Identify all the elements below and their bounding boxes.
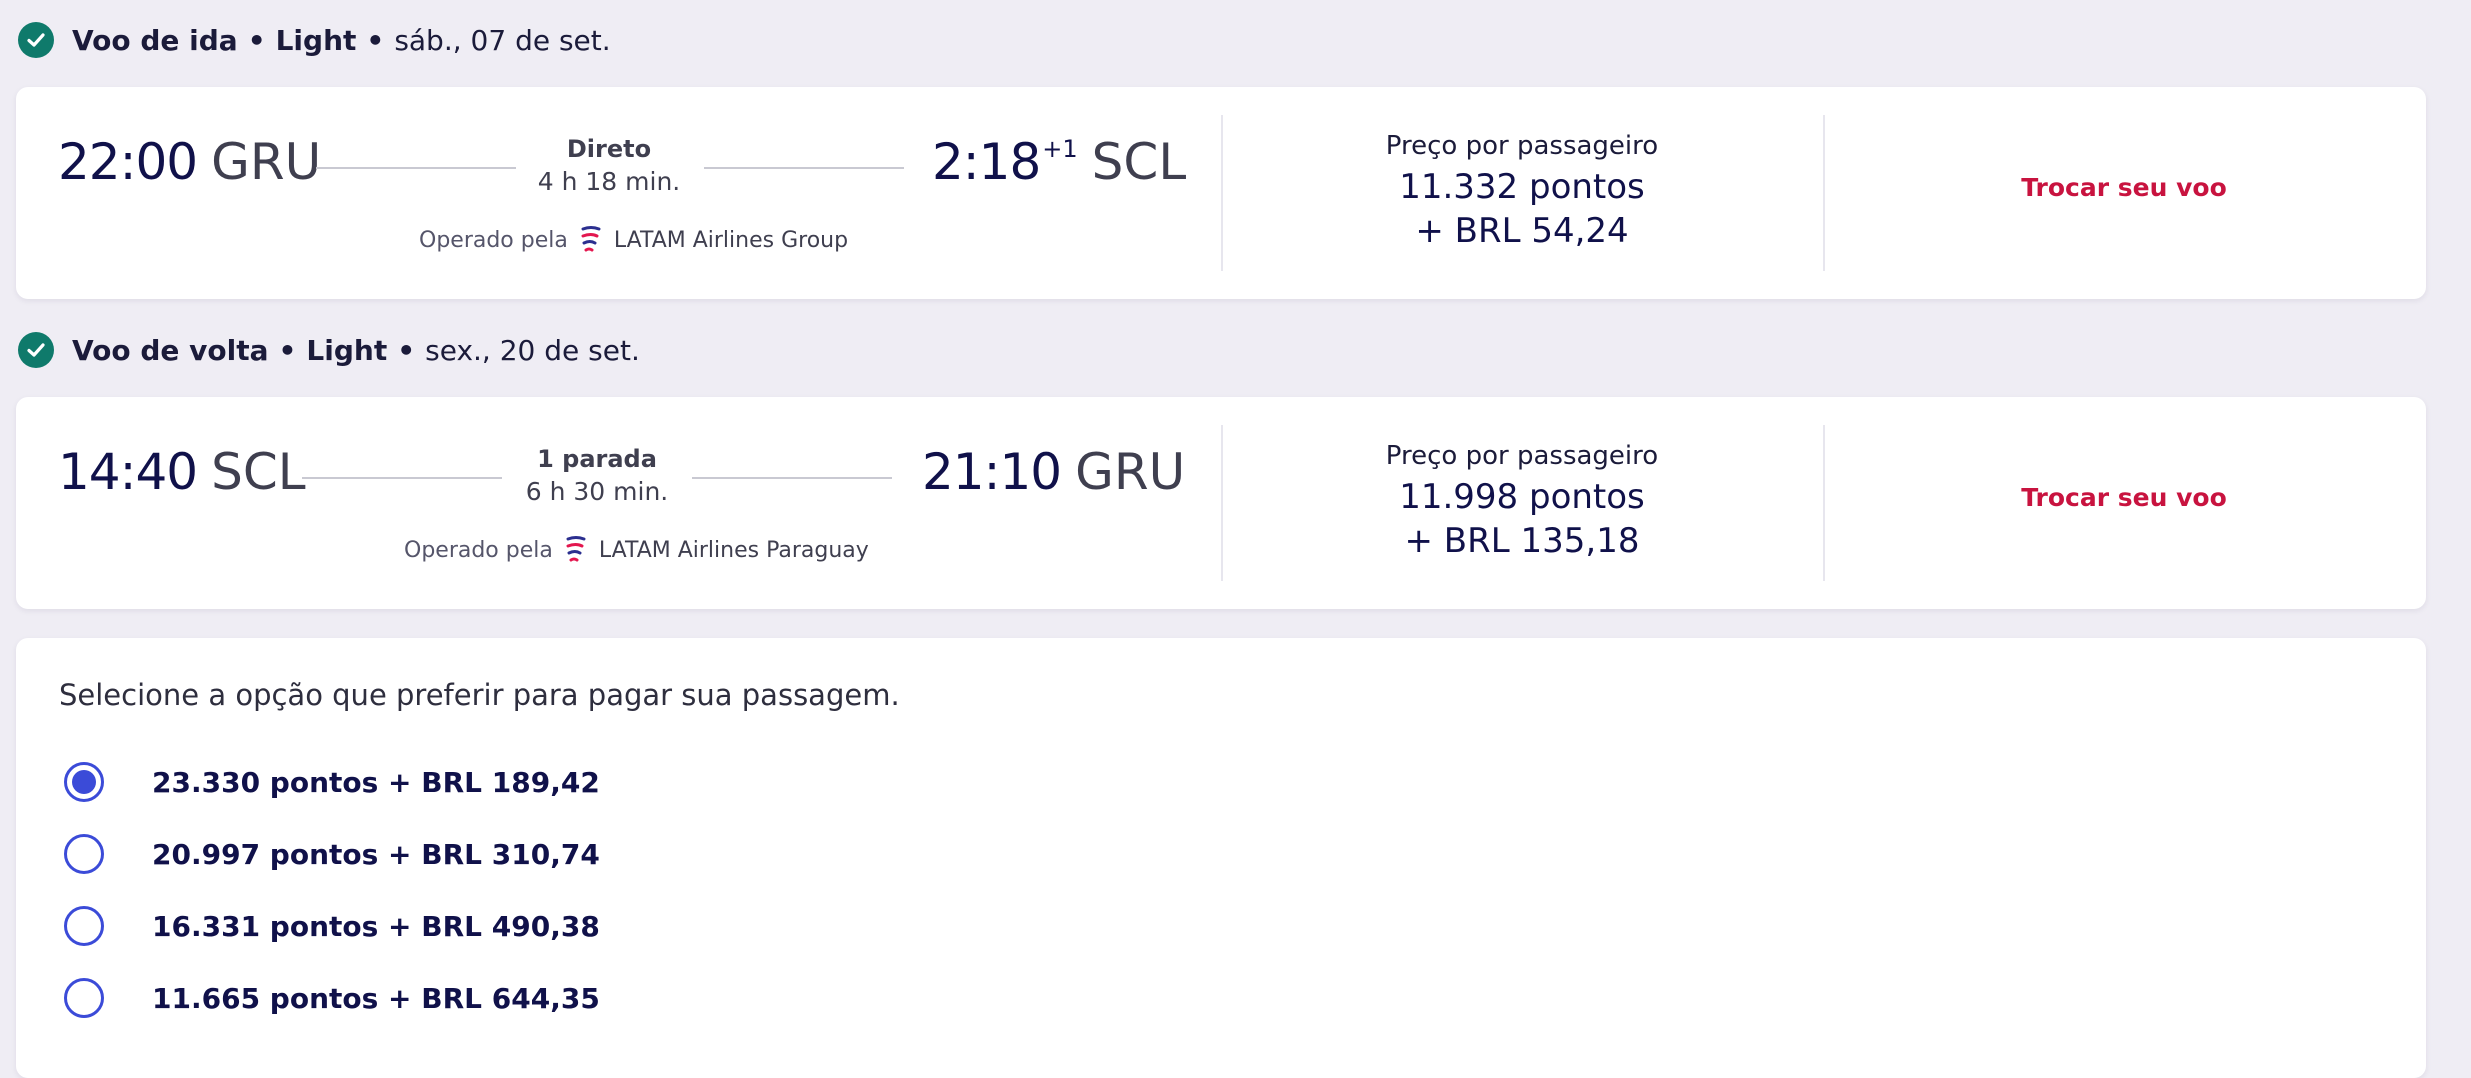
departure-airport: SCL: [211, 443, 306, 501]
airline-name: LATAM Airlines Paraguay: [598, 537, 869, 563]
radio-unselected-icon[interactable]: [64, 834, 104, 874]
outbound-stops: Direto 4 h 18 min.: [489, 135, 729, 196]
outbound-date: sáb., 07 de set.: [394, 23, 611, 57]
arrival-airport: GRU: [1075, 443, 1186, 501]
radio-dot: [72, 770, 96, 794]
check-circle-icon: [18, 332, 54, 368]
payment-option[interactable]: 23.330 pontos + BRL 189,42: [64, 757, 600, 807]
operated-by-label: Operado pela: [419, 227, 568, 253]
airline-name: LATAM Airlines Group: [613, 227, 849, 253]
outbound-operator: Operado pela LATAM Airlines Group: [419, 223, 848, 257]
payment-option-label: 16.331 pontos + BRL 490,38: [152, 909, 600, 943]
radio-unselected-icon[interactable]: [64, 978, 104, 1018]
price-money: + BRL 135,18: [1404, 521, 1640, 561]
arrival-time: 2:18: [932, 133, 1041, 191]
latam-logo-icon: [581, 226, 601, 252]
arrival-airport: SCL: [1091, 133, 1187, 191]
separator-dot: •: [278, 333, 297, 367]
price-label: Preço por passageiro: [1385, 131, 1659, 161]
return-operator: Operado pela LATAM Airlines Paraguay: [404, 533, 869, 567]
change-flight-link[interactable]: Trocar seu voo: [1824, 483, 2424, 512]
payment-option[interactable]: 20.997 pontos + BRL 310,74: [64, 829, 600, 879]
price-money: + BRL 54,24: [1415, 211, 1629, 251]
operated-by-label: Operado pela: [404, 537, 553, 563]
price-label: Preço por passageiro: [1385, 441, 1659, 471]
route-line: [302, 477, 502, 479]
return-fare: Light: [306, 333, 388, 367]
outbound-arrival: 2:18 +1 SCL: [932, 133, 1186, 203]
separator-dot: •: [366, 23, 385, 57]
return-arrival: 21:10 GRU: [922, 443, 1185, 513]
departure-airport: GRU: [211, 133, 322, 191]
separator-dot: •: [397, 333, 416, 367]
payment-option-label: 20.997 pontos + BRL 310,74: [152, 837, 600, 871]
return-departure: 14:40 SCL: [58, 443, 306, 513]
flight-duration: 6 h 30 min.: [525, 477, 669, 506]
latam-logo-icon: [566, 536, 586, 562]
route-line: [704, 167, 904, 169]
payment-title: Selecione a opção que preferir para paga…: [59, 678, 900, 712]
outbound-fare: Light: [275, 23, 357, 57]
payment-options-card: Selecione a opção que preferir para paga…: [16, 638, 2426, 1078]
payment-option[interactable]: 16.331 pontos + BRL 490,38: [64, 901, 600, 951]
separator-dot: •: [247, 23, 266, 57]
payment-option-label: 11.665 pontos + BRL 644,35: [152, 981, 600, 1015]
flight-duration: 4 h 18 min.: [537, 167, 681, 196]
radio-unselected-icon[interactable]: [64, 906, 104, 946]
stops-label: Direto: [566, 135, 652, 163]
arrival-day-offset: +1: [1042, 135, 1078, 163]
arrival-time: 21:10: [922, 443, 1062, 501]
return-stops: 1 parada 6 h 30 min.: [477, 445, 717, 506]
return-header: Voo de volta • Light • sex., 20 de set.: [18, 328, 640, 372]
departure-time: 14:40: [58, 443, 198, 501]
outbound-departure: 22:00 GRU: [58, 133, 321, 203]
payment-option[interactable]: 11.665 pontos + BRL 644,35: [64, 973, 600, 1023]
radio-selected-icon[interactable]: [64, 762, 104, 802]
check-circle-icon: [18, 22, 54, 58]
return-title: Voo de volta: [72, 333, 269, 367]
price-points: 11.332 pontos: [1399, 167, 1645, 207]
outbound-flight-card: 22:00 GRU Direto 4 h 18 min. 2:18 +1 SCL…: [16, 87, 2426, 299]
price-points: 11.998 pontos: [1399, 477, 1645, 517]
outbound-price: Preço por passageiro 11.332 pontos + BRL…: [1222, 131, 1822, 251]
payment-option-label: 23.330 pontos + BRL 189,42: [152, 765, 600, 799]
departure-time: 22:00: [58, 133, 198, 191]
return-date: sex., 20 de set.: [425, 333, 640, 367]
route-line: [316, 167, 516, 169]
stops-label: 1 parada: [537, 445, 657, 473]
return-price: Preço por passageiro 11.998 pontos + BRL…: [1222, 441, 1822, 561]
return-flight-card: 14:40 SCL 1 parada 6 h 30 min. 21:10 GRU…: [16, 397, 2426, 609]
outbound-header: Voo de ida • Light • sáb., 07 de set.: [18, 18, 611, 62]
route-line: [692, 477, 892, 479]
change-flight-link[interactable]: Trocar seu voo: [1824, 173, 2424, 202]
outbound-title: Voo de ida: [72, 23, 238, 57]
